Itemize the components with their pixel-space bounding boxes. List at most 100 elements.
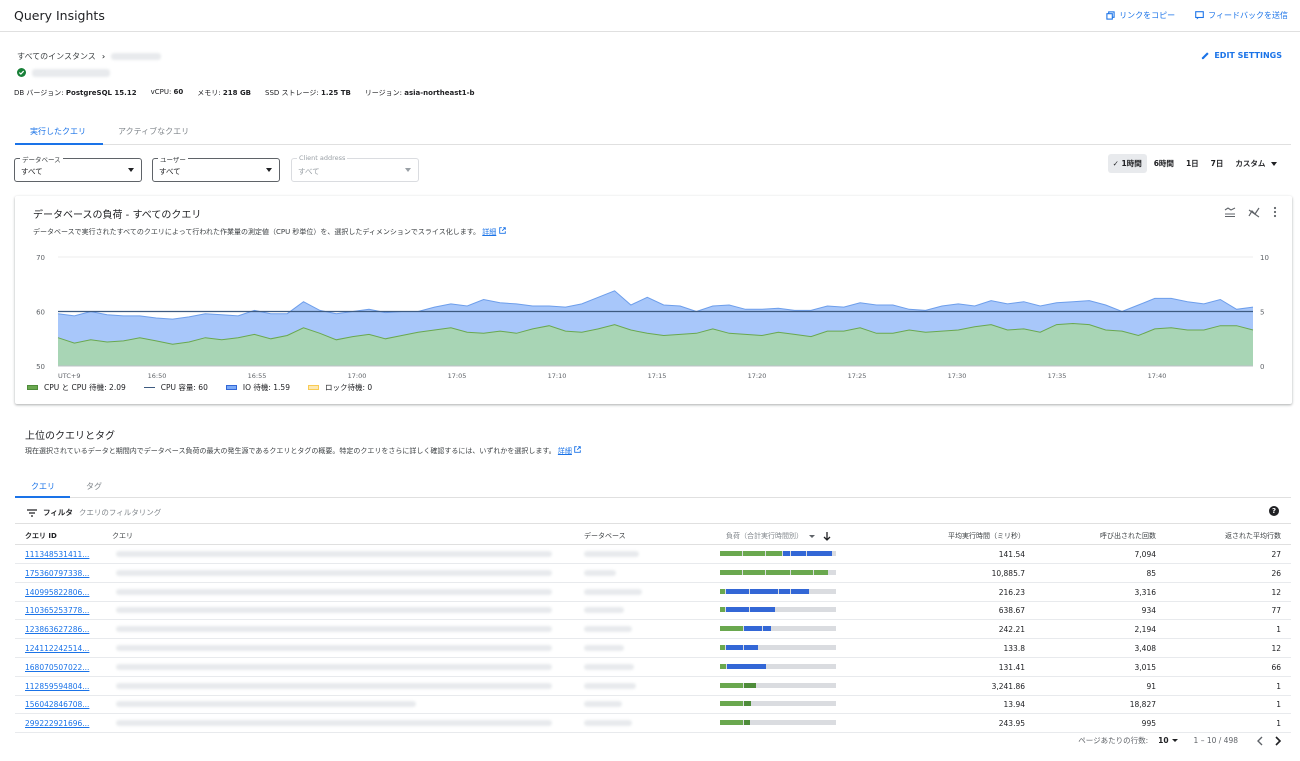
instance-meta: DB バージョン: PostgreSQL 15.12 vCPU: 60 メモリ:… — [14, 88, 475, 98]
col-load[interactable]: 負荷（合計実行時間別） — [726, 531, 831, 541]
tab-active-queries[interactable]: アクティブなクエリ — [118, 126, 189, 137]
col-database[interactable]: データベース — [584, 531, 626, 541]
range-custom[interactable]: カスタム — [1230, 154, 1282, 173]
load-bar-segment — [814, 569, 829, 575]
table-row[interactable]: 111348531411... 141.54 7,094 27 — [15, 545, 1291, 564]
query-id-link[interactable]: 123863627286... — [25, 625, 89, 634]
database-name-redacted — [584, 701, 622, 708]
user-select[interactable]: ユーザー すべて — [152, 154, 280, 182]
load-bar-segment — [743, 551, 766, 556]
calls-cell: 3,316 — [1134, 587, 1156, 597]
y-left-tick-label: 60 — [36, 309, 45, 317]
query-text-redacted — [116, 551, 552, 557]
query-text-redacted — [116, 663, 552, 670]
table-row[interactable]: 110365253778... 638.67 934 77 — [15, 601, 1291, 621]
range-6h[interactable]: 6時間 — [1149, 154, 1179, 173]
calls-cell: 18,827 — [1129, 700, 1156, 710]
col-avg-rows[interactable]: 返された平均行数 — [1225, 531, 1281, 541]
query-tabs: クエリ タグ — [15, 476, 1291, 498]
tab-tags[interactable]: タグ — [86, 481, 102, 492]
avg-rows-cell: 12 — [1271, 587, 1281, 597]
range-1d[interactable]: 1日 — [1181, 154, 1204, 173]
query-id-link[interactable]: 299222921696... — [25, 719, 89, 728]
load-bar-segment — [725, 588, 749, 594]
load-bar-segment — [749, 588, 778, 594]
next-page-icon[interactable] — [1274, 735, 1282, 746]
time-range-selector: ✓ 1時間 6時間 1日 7日 カスタム — [1107, 154, 1282, 173]
col-query[interactable]: クエリ — [112, 531, 133, 541]
legend-io[interactable]: IO 待機: 1.59 — [225, 382, 290, 393]
avg-rows-cell: 26 — [1271, 568, 1281, 578]
top-queries-details-link[interactable]: 詳細 — [558, 447, 572, 455]
filter-icon — [27, 508, 37, 517]
col-query-id[interactable]: クエリ ID — [25, 531, 57, 541]
feedback-icon — [1195, 11, 1204, 20]
rows-per-page-select[interactable]: 10 — [1158, 736, 1178, 745]
load-bar-segment — [744, 645, 758, 650]
table-row[interactable]: 168070507022... 131.41 3,015 66 — [15, 658, 1291, 677]
col-calls[interactable]: 呼び出された回数 — [1100, 531, 1156, 541]
table-row[interactable]: 123863627286... 242.21 2,194 1 — [15, 620, 1291, 640]
table-row[interactable]: 175360797338... 10,885.7 85 26 — [15, 564, 1291, 583]
legend-capacity[interactable]: CPU 容量: 60 — [143, 382, 208, 393]
query-filter[interactable]: フィルタ クエリのフィルタリング — [27, 507, 161, 518]
calls-cell: 7,094 — [1134, 550, 1156, 559]
query-id-link[interactable]: 124112242514... — [25, 644, 89, 653]
copy-link-button[interactable]: リンクをコピー — [1106, 10, 1175, 21]
load-bar — [720, 607, 836, 613]
load-bar-segment — [744, 682, 756, 688]
query-id-link[interactable]: 156042846708... — [25, 700, 89, 709]
col-avg-time[interactable]: 平均実行時間（ミリ秒） — [948, 531, 1025, 541]
table-row[interactable]: 112859594804... 3,241.86 91 1 — [15, 677, 1291, 696]
legend-cpu[interactable]: CPU と CPU 待機: 2.09 — [27, 382, 126, 393]
edit-settings-button[interactable]: EDIT SETTINGS — [1201, 51, 1282, 60]
app-title: Query Insights — [14, 8, 105, 23]
table-row[interactable]: 299222921696... 243.95 995 1 — [15, 714, 1291, 734]
load-bar — [720, 720, 836, 726]
table-row[interactable]: 140995822806... 216.23 3,316 12 — [15, 583, 1291, 602]
load-bar-segment — [791, 551, 807, 556]
range-7d[interactable]: 7日 — [1206, 154, 1229, 173]
query-id-link[interactable]: 112859594804... — [25, 682, 89, 691]
x-tick-label: 17:05 — [448, 372, 467, 380]
query-id-link[interactable]: 140995822806... — [25, 588, 89, 597]
tab-executed-queries[interactable]: 実行したクエリ — [30, 126, 86, 137]
table-row[interactable]: 156042846708... 13.94 18,827 1 — [15, 695, 1291, 715]
prev-page-icon[interactable] — [1256, 736, 1264, 746]
database-name-redacted — [584, 551, 639, 557]
query-id-link[interactable]: 110365253778... — [25, 606, 89, 615]
load-bar-segment — [725, 645, 744, 650]
database-select[interactable]: データベース すべて — [14, 154, 142, 182]
filter-input[interactable]: クエリのフィルタリング — [79, 507, 161, 518]
load-bar — [720, 645, 836, 650]
user-select-label: ユーザー — [158, 154, 188, 164]
query-id-link[interactable]: 175360797338... — [25, 569, 89, 578]
avg-time-cell: 216.23 — [998, 587, 1025, 597]
x-tick-label: 17:35 — [1048, 372, 1067, 380]
avg-time-cell: 141.54 — [998, 550, 1025, 559]
breadcrumb: すべてのインスタンス › — [17, 51, 162, 62]
calls-cell: 91 — [1146, 681, 1156, 691]
client-address-select[interactable]: Client address すべて — [291, 154, 419, 182]
query-text-redacted — [116, 682, 552, 689]
send-feedback-button[interactable]: フィードバックを送信 — [1195, 10, 1288, 21]
load-chart: 7060501050UTC+9 16:50 16:55 17:00 17:05 17:10… — [36, 254, 1269, 380]
table-row[interactable]: 124112242514... 133.8 3,408 12 — [15, 639, 1291, 658]
copy-icon — [1106, 11, 1115, 20]
query-text-redacted — [116, 607, 552, 614]
query-id-link[interactable]: 168070507022... — [25, 663, 89, 672]
avg-time-cell: 131.41 — [998, 662, 1025, 672]
calls-cell: 995 — [1141, 719, 1156, 729]
legend-lock[interactable]: ロック待機: 0 — [307, 382, 372, 393]
help-icon[interactable]: ? — [1269, 506, 1279, 516]
query-text-redacted — [116, 701, 416, 708]
chevron-down-icon — [1271, 162, 1277, 166]
query-id-link[interactable]: 111348531411... — [25, 550, 89, 559]
range-1h[interactable]: ✓ 1時間 — [1107, 154, 1147, 173]
breadcrumb-all-instances[interactable]: すべてのインスタンス — [17, 51, 96, 62]
query-text-redacted — [116, 645, 552, 651]
pencil-icon — [1202, 52, 1209, 60]
y-right-tick-label: 10 — [1260, 254, 1269, 262]
tab-queries[interactable]: クエリ — [31, 481, 55, 492]
database-name-redacted — [584, 645, 624, 651]
